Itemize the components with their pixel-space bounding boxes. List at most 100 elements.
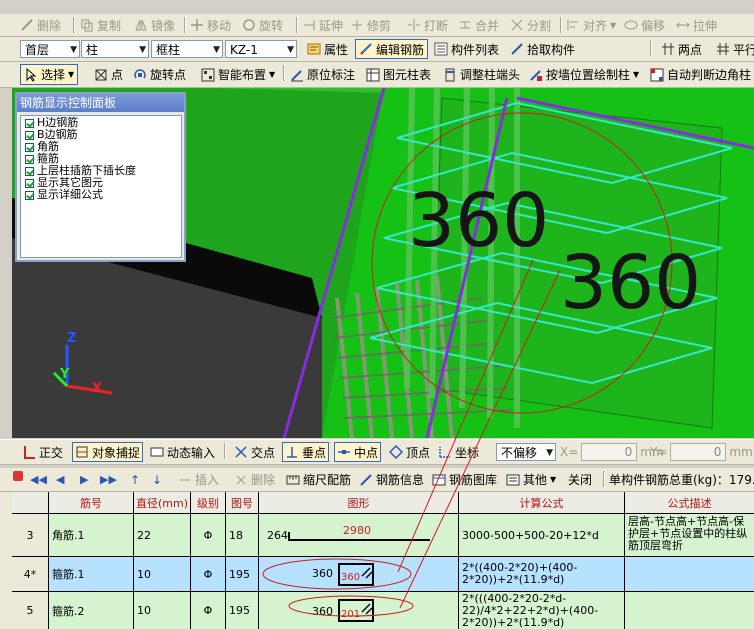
cell-bar-no[interactable]: 角筋.1	[49, 514, 134, 556]
cell-figure-no[interactable]: 195	[226, 592, 259, 629]
cell-grade[interactable]: Φ	[191, 557, 226, 591]
trim-button[interactable]: 修剪	[350, 14, 391, 36]
col-description[interactable]: 公式描述	[625, 492, 754, 513]
cursor-icon	[24, 67, 38, 82]
cell-shape[interactable]: 360 360	[259, 557, 459, 591]
cell-diameter[interactable]: 10	[134, 592, 191, 629]
pick-component-button[interactable]: 拾取构件	[510, 37, 575, 61]
table-row-selected[interactable]: 4* 箍筋.1 10 Φ 195 360 360 2*((400-2*20)+(…	[12, 557, 754, 592]
cell-grade[interactable]: Φ	[191, 592, 226, 629]
point-button[interactable]: 点	[94, 62, 123, 87]
cell-diameter[interactable]: 22	[134, 514, 191, 556]
parallel-button[interactable]: 平行	[716, 37, 754, 61]
rotate-point-button[interactable]: 旋转点	[133, 62, 186, 87]
move-down-button[interactable]: ↓	[152, 468, 162, 491]
prev-record-button[interactable]: ◀	[56, 468, 64, 491]
cell-figure-no[interactable]: 18	[226, 514, 259, 556]
ortho-button[interactable]: 正交	[22, 440, 63, 464]
scale-rebar-button[interactable]: 缩尺配筋	[286, 468, 351, 491]
offset-button[interactable]: 偏移	[624, 14, 665, 36]
edit-toolbar: 删除 复制 镜像 移动 旋转 延伸 修剪 打断 合并 分割 对齐 ▼ 偏移 拉伸	[0, 14, 754, 37]
cell-shape[interactable]: 264 2980	[259, 514, 459, 556]
first-record-button[interactable]: ◀◀	[30, 468, 47, 491]
select-button[interactable]: 选择 ▼	[20, 64, 79, 85]
col-bar-no[interactable]: 筋号	[49, 492, 134, 513]
cell-figure-no[interactable]: 195	[226, 557, 259, 591]
component-list-button[interactable]: 构件列表	[434, 37, 499, 61]
last-record-button[interactable]: ▶▶	[100, 468, 117, 491]
smart-place-button[interactable]: 智能布置 ▼	[201, 62, 275, 87]
intersection-snap-button[interactable]: 交点	[234, 440, 275, 464]
cell-formula[interactable]: 2*((400-2*20)+(400-2*20))+2*(11.9*d)	[459, 557, 625, 591]
x-input[interactable]: 0	[581, 443, 638, 461]
cell-grade[interactable]: Φ	[191, 514, 226, 556]
object-snap-button[interactable]: 对象捕捉	[72, 442, 144, 462]
close-grid-button[interactable]: 关闭	[568, 468, 592, 491]
merge-button[interactable]: 合并	[458, 14, 499, 36]
midpoint-snap-button[interactable]: 中点	[334, 442, 382, 462]
move-button[interactable]: 移动	[190, 14, 231, 36]
auto-judge-button[interactable]: 自动判断边角柱	[650, 62, 751, 87]
two-points-button[interactable]: 两点	[661, 37, 702, 61]
component-select[interactable]: KZ-1 ▼	[225, 40, 297, 58]
total-weight-text: 单构件钢筋总重(kg)：179.5	[609, 473, 754, 487]
copy-button[interactable]: 复制	[80, 14, 121, 36]
original-mark-button[interactable]: 原位标注	[290, 62, 355, 87]
cell-shape[interactable]: 360 201	[259, 592, 459, 629]
property-button[interactable]: 属性	[307, 37, 348, 61]
vertex-snap-button[interactable]: 顶点	[388, 440, 430, 464]
cell-bar-no[interactable]: 箍筋.1	[49, 557, 134, 591]
col-grade[interactable]: 级别	[191, 492, 226, 513]
cell-description[interactable]	[625, 557, 754, 591]
wall-draw-button[interactable]: 按墙位置绘制柱 ▼	[529, 62, 639, 87]
align-button[interactable]: 对齐 ▼	[566, 14, 616, 36]
move-up-button[interactable]: ↑	[130, 468, 140, 491]
category-select[interactable]: 柱 ▼	[81, 40, 149, 58]
col-formula[interactable]: 计算公式	[459, 492, 625, 513]
checkbox-show-formula[interactable]: 显示详细公式	[21, 189, 181, 201]
rebar-info-button[interactable]: 钢筋信息	[359, 468, 424, 491]
mirror-button[interactable]: 镜像	[134, 14, 175, 36]
cell-description[interactable]	[625, 592, 754, 629]
stretch-button[interactable]: 拉伸	[676, 14, 717, 36]
next-record-button[interactable]: ▶	[80, 468, 88, 491]
cell-bar-no[interactable]: 箍筋.2	[49, 592, 134, 629]
column-table-button[interactable]: 图元柱表	[366, 62, 431, 87]
insert-row-button[interactable]: 插入	[178, 468, 219, 491]
perpendicular-snap-button[interactable]: 垂点	[282, 442, 330, 462]
table-row[interactable]: 5 箍筋.2 10 Φ 195 360 201 2*(((400-2*20-2*…	[12, 592, 754, 629]
break-button[interactable]: 打断	[407, 14, 448, 36]
type-select[interactable]: 框柱 ▼	[151, 40, 223, 58]
checkbox-icon	[25, 190, 34, 200]
cell-diameter[interactable]: 10	[134, 557, 191, 591]
other-icon	[506, 473, 520, 487]
merge-icon	[458, 18, 472, 32]
delete-button[interactable]: 删除	[20, 14, 61, 36]
y-input[interactable]: 0	[670, 443, 727, 461]
rebar-library-button[interactable]: 钢筋图库	[432, 468, 497, 491]
coordinate-snap-button[interactable]: 坐标	[438, 440, 479, 464]
scale-icon	[286, 473, 300, 487]
delete-row-icon	[234, 473, 248, 487]
edit-rebar-button[interactable]: 编辑钢筋	[355, 39, 429, 59]
offset-mode-select[interactable]: 不偏移 ▼	[496, 443, 556, 461]
delete-row-button[interactable]: 删除	[234, 468, 275, 491]
adjust-head-button[interactable]: 调整柱端头	[443, 62, 520, 87]
dynamic-input-button[interactable]: 动态输入	[150, 440, 215, 464]
table-row[interactable]: 3 角筋.1 22 Φ 18 264 2980 3000-500+500-20+…	[12, 514, 754, 557]
floor-select[interactable]: 首层 ▼	[20, 40, 80, 58]
col-diameter[interactable]: 直径(mm)	[134, 492, 191, 513]
other-menu-button[interactable]: 其他 ▼	[506, 468, 556, 491]
adjust-head-icon	[443, 68, 457, 82]
cell-formula[interactable]: 3000-500+500-20+12*d	[459, 514, 625, 556]
cell-formula[interactable]: 2*(((400-2*20-2*d-22)/4*2+22+2*d)+(400-2…	[459, 592, 625, 629]
col-shape[interactable]: 图形	[259, 492, 459, 513]
cell-description[interactable]: 层高-节点高+节点高-保护层+节点设置中的柱纵筋顶层弯折	[625, 514, 754, 556]
vertex-icon	[388, 444, 404, 460]
col-figure-no[interactable]: 图号	[226, 492, 259, 513]
extend-button[interactable]: 延伸	[302, 14, 343, 36]
rotate-button[interactable]: 旋转	[242, 14, 283, 36]
edit-rebar-icon	[359, 42, 373, 56]
split-button[interactable]: 分割	[510, 14, 551, 36]
dynamic-input-icon	[150, 445, 164, 459]
